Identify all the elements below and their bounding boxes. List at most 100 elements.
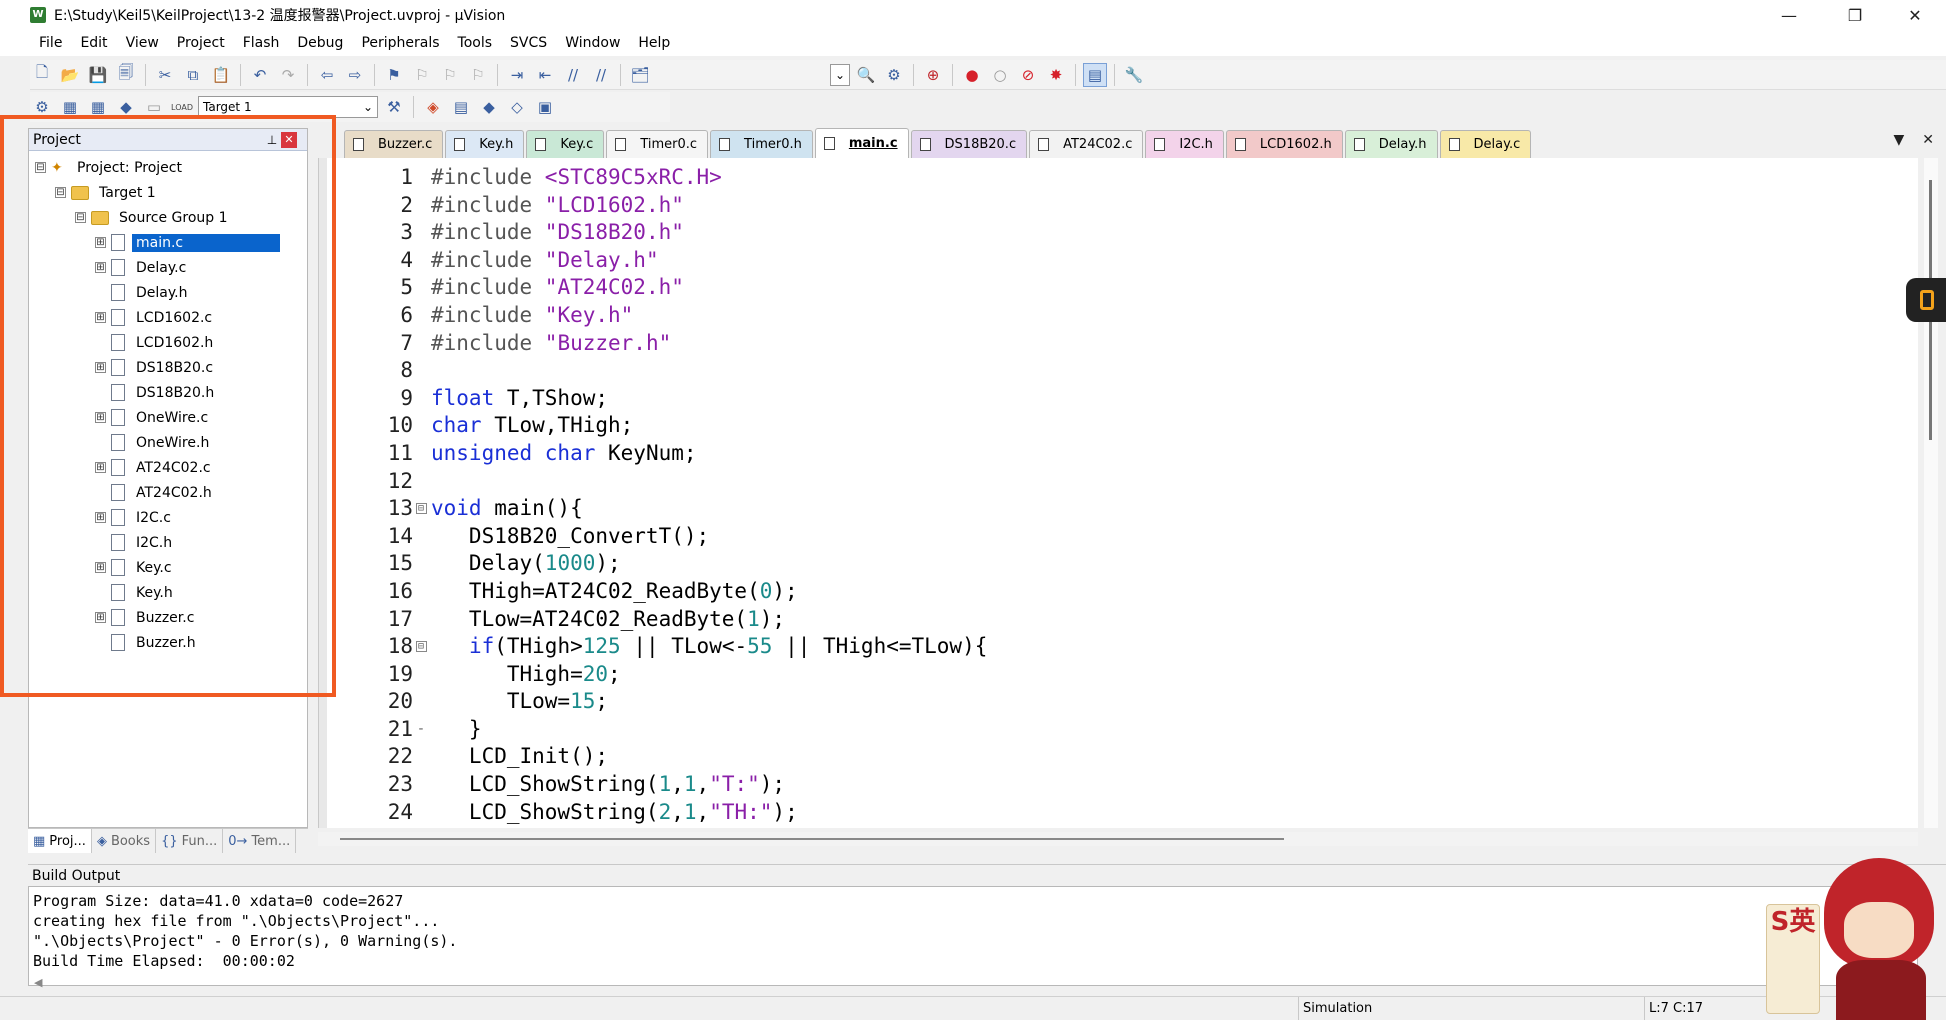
editor-vertical-scrollbar[interactable] bbox=[1924, 158, 1938, 828]
expand-toggle-icon[interactable]: ⊞ bbox=[95, 312, 106, 323]
code-line[interactable]: 5 #include "AT24C02.h" bbox=[319, 274, 1919, 302]
save-icon[interactable]: 💾 bbox=[86, 63, 110, 87]
target-options-icon[interactable]: ⚒ bbox=[382, 95, 406, 119]
floating-clipboard-widget[interactable] bbox=[1906, 278, 1946, 322]
code-line[interactable]: 3 #include "DS18B20.h" bbox=[319, 219, 1919, 247]
editor-tab[interactable]: LCD1602.h bbox=[1225, 130, 1343, 158]
manage-environment-icon[interactable]: ▣ bbox=[533, 95, 557, 119]
tree-item[interactable]: ⊞ Delay.c bbox=[29, 255, 307, 280]
tree-item[interactable]: OneWire.h bbox=[29, 430, 307, 455]
clear-bookmarks-icon[interactable]: ⚐ bbox=[466, 63, 490, 87]
rebuild-icon[interactable]: ▦ bbox=[86, 95, 110, 119]
tree-item[interactable]: ⊟ Source Group 1 bbox=[29, 205, 307, 230]
kill-all-breakpoints-icon[interactable]: ✸ bbox=[1044, 63, 1068, 87]
tree-item[interactable]: ⊞ AT24C02.c bbox=[29, 455, 307, 480]
debug-session-icon[interactable]: ⊕ bbox=[921, 63, 945, 87]
tree-item[interactable]: Key.h bbox=[29, 580, 307, 605]
tree-item[interactable]: ⊞ Key.c bbox=[29, 555, 307, 580]
code-editor[interactable]: 1 #include <STC89C5xRC.H> 2 #include "LCD16… bbox=[318, 158, 1918, 828]
menu-file[interactable]: File bbox=[30, 35, 71, 51]
code-line[interactable]: 13 ⊟ void main(){ bbox=[319, 495, 1919, 523]
tree-item[interactable]: DS18B20.h bbox=[29, 380, 307, 405]
find-combo-dropdown[interactable]: ⌄ bbox=[830, 63, 850, 86]
undo-icon[interactable]: ↶ bbox=[248, 63, 272, 87]
editor-tab[interactable]: Key.h bbox=[445, 130, 525, 158]
expand-toggle-icon[interactable]: ⊞ bbox=[95, 262, 106, 273]
tab-project[interactable]: ▦ Proj... bbox=[28, 829, 92, 853]
code-line[interactable]: 10 char TLow,THigh; bbox=[319, 412, 1919, 440]
menu-tools[interactable]: Tools bbox=[449, 35, 502, 51]
nav-back-icon[interactable]: ⇦ bbox=[315, 63, 339, 87]
target-select[interactable]: Target 1 ⌄ bbox=[198, 96, 378, 118]
code-line[interactable]: 15 Delay(1000); bbox=[319, 550, 1919, 578]
tab-books[interactable]: ◈ Books bbox=[92, 829, 157, 853]
build-output-panel[interactable]: Program Size: data=41.0 xdata=0 code=262… bbox=[28, 886, 1918, 986]
expand-toggle-icon[interactable]: ⊞ bbox=[95, 512, 106, 523]
code-line[interactable]: 19 THigh=20; bbox=[319, 661, 1919, 689]
code-line[interactable]: 20 TLow=15; bbox=[319, 688, 1919, 716]
batch-build-icon[interactable]: ◆ bbox=[114, 95, 138, 119]
tree-item[interactable]: ⊟ ✦ Project: Project bbox=[29, 155, 307, 180]
close-tab-icon[interactable]: ✕ bbox=[1922, 132, 1934, 148]
build-icon[interactable]: ▦ bbox=[58, 95, 82, 119]
prev-bookmark-icon[interactable]: ⚐ bbox=[410, 63, 434, 87]
incremental-find-icon[interactable]: ⚙ bbox=[882, 63, 906, 87]
new-file-icon[interactable]: 🗋 bbox=[30, 63, 54, 87]
tree-item[interactable]: ⊞ I2C.c bbox=[29, 505, 307, 530]
code-line[interactable]: 6 #include "Key.h" bbox=[319, 302, 1919, 330]
bookmark-icon[interactable]: ⚑ bbox=[382, 63, 406, 87]
expand-toggle-icon[interactable]: ⊞ bbox=[95, 412, 106, 423]
translate-icon[interactable]: ⚙ bbox=[30, 95, 54, 119]
save-all-icon[interactable]: 🗐 bbox=[114, 63, 138, 87]
code-line[interactable]: 1 #include <STC89C5xRC.H> bbox=[319, 164, 1919, 192]
open-folder-icon[interactable]: 📂 bbox=[58, 63, 82, 87]
manage-components-icon[interactable]: ◈ bbox=[421, 95, 445, 119]
uncomment-icon[interactable]: // bbox=[589, 63, 613, 87]
editor-tab[interactable]: main.c bbox=[814, 128, 909, 158]
pack-installer-icon[interactable]: ◇ bbox=[505, 95, 529, 119]
indent-icon[interactable]: ⇥ bbox=[505, 63, 529, 87]
menu-debug[interactable]: Debug bbox=[288, 35, 352, 51]
close-panel-button[interactable]: ✕ bbox=[281, 131, 297, 148]
cut-icon[interactable]: ✂ bbox=[153, 63, 177, 87]
fold-toggle-icon[interactable]: ⊟ bbox=[413, 495, 429, 523]
expand-toggle-icon[interactable]: ⊟ bbox=[75, 212, 86, 223]
editor-horizontal-scrollbar[interactable] bbox=[318, 832, 1918, 846]
disable-breakpoint-icon[interactable]: ○ bbox=[988, 63, 1012, 87]
menu-help[interactable]: Help bbox=[629, 35, 679, 51]
menu-flash[interactable]: Flash bbox=[234, 35, 289, 51]
code-line[interactable]: 14 DS18B20_ConvertT(); bbox=[319, 523, 1919, 551]
code-line[interactable]: 9 float T,TShow; bbox=[319, 385, 1919, 413]
tab-list-dropdown-icon[interactable]: ▼ bbox=[1893, 132, 1904, 148]
code-line[interactable]: 16 THigh=AT24C02_ReadByte(0); bbox=[319, 578, 1919, 606]
expand-toggle-icon[interactable]: ⊞ bbox=[95, 362, 106, 373]
code-line[interactable]: 12 bbox=[319, 468, 1919, 496]
menu-peripherals[interactable]: Peripherals bbox=[352, 35, 448, 51]
tree-item[interactable]: Buzzer.h bbox=[29, 630, 307, 655]
find-in-files-icon[interactable]: 🗂 bbox=[628, 63, 652, 87]
menu-svcs[interactable]: SVCS bbox=[501, 35, 556, 51]
code-line[interactable]: 24 LCD_ShowString(2,1,"TH:"); bbox=[319, 799, 1919, 826]
tree-item[interactable]: LCD1602.h bbox=[29, 330, 307, 355]
editor-tab[interactable]: Timer0.c bbox=[606, 130, 709, 158]
close-window-button[interactable]: ✕ bbox=[1886, 0, 1944, 30]
editor-tab[interactable]: Key.c bbox=[526, 130, 605, 158]
menu-window[interactable]: Window bbox=[556, 35, 629, 51]
tree-item[interactable]: ⊟ Target 1 bbox=[29, 180, 307, 205]
tree-item[interactable]: ⊞ OneWire.c bbox=[29, 405, 307, 430]
code-line[interactable]: 2 #include "LCD1602.h" bbox=[319, 192, 1919, 220]
redo-icon[interactable]: ↷ bbox=[276, 63, 300, 87]
fold-toggle-icon[interactable]: ⊟ bbox=[413, 633, 429, 661]
tab-templates[interactable]: 0→ Tem... bbox=[223, 829, 297, 853]
configure-icon[interactable]: 🔧 bbox=[1122, 63, 1146, 87]
code-line[interactable]: 7 #include "Buzzer.h" bbox=[319, 330, 1919, 358]
code-line[interactable]: 23 LCD_ShowString(1,1,"T:"); bbox=[319, 771, 1919, 799]
paste-icon[interactable]: 📋 bbox=[209, 63, 233, 87]
editor-tab[interactable]: Timer0.h bbox=[710, 130, 813, 158]
code-line[interactable]: 18 ⊟ if(THigh>125 || TLow<-55 || THigh<=T… bbox=[319, 633, 1919, 661]
tree-item[interactable]: ⊞ LCD1602.c bbox=[29, 305, 307, 330]
download-icon[interactable]: LOAD bbox=[170, 95, 194, 119]
editor-tab[interactable]: Delay.h bbox=[1344, 130, 1438, 158]
editor-tab[interactable]: AT24C02.c bbox=[1029, 130, 1144, 158]
comment-icon[interactable]: // bbox=[561, 63, 585, 87]
